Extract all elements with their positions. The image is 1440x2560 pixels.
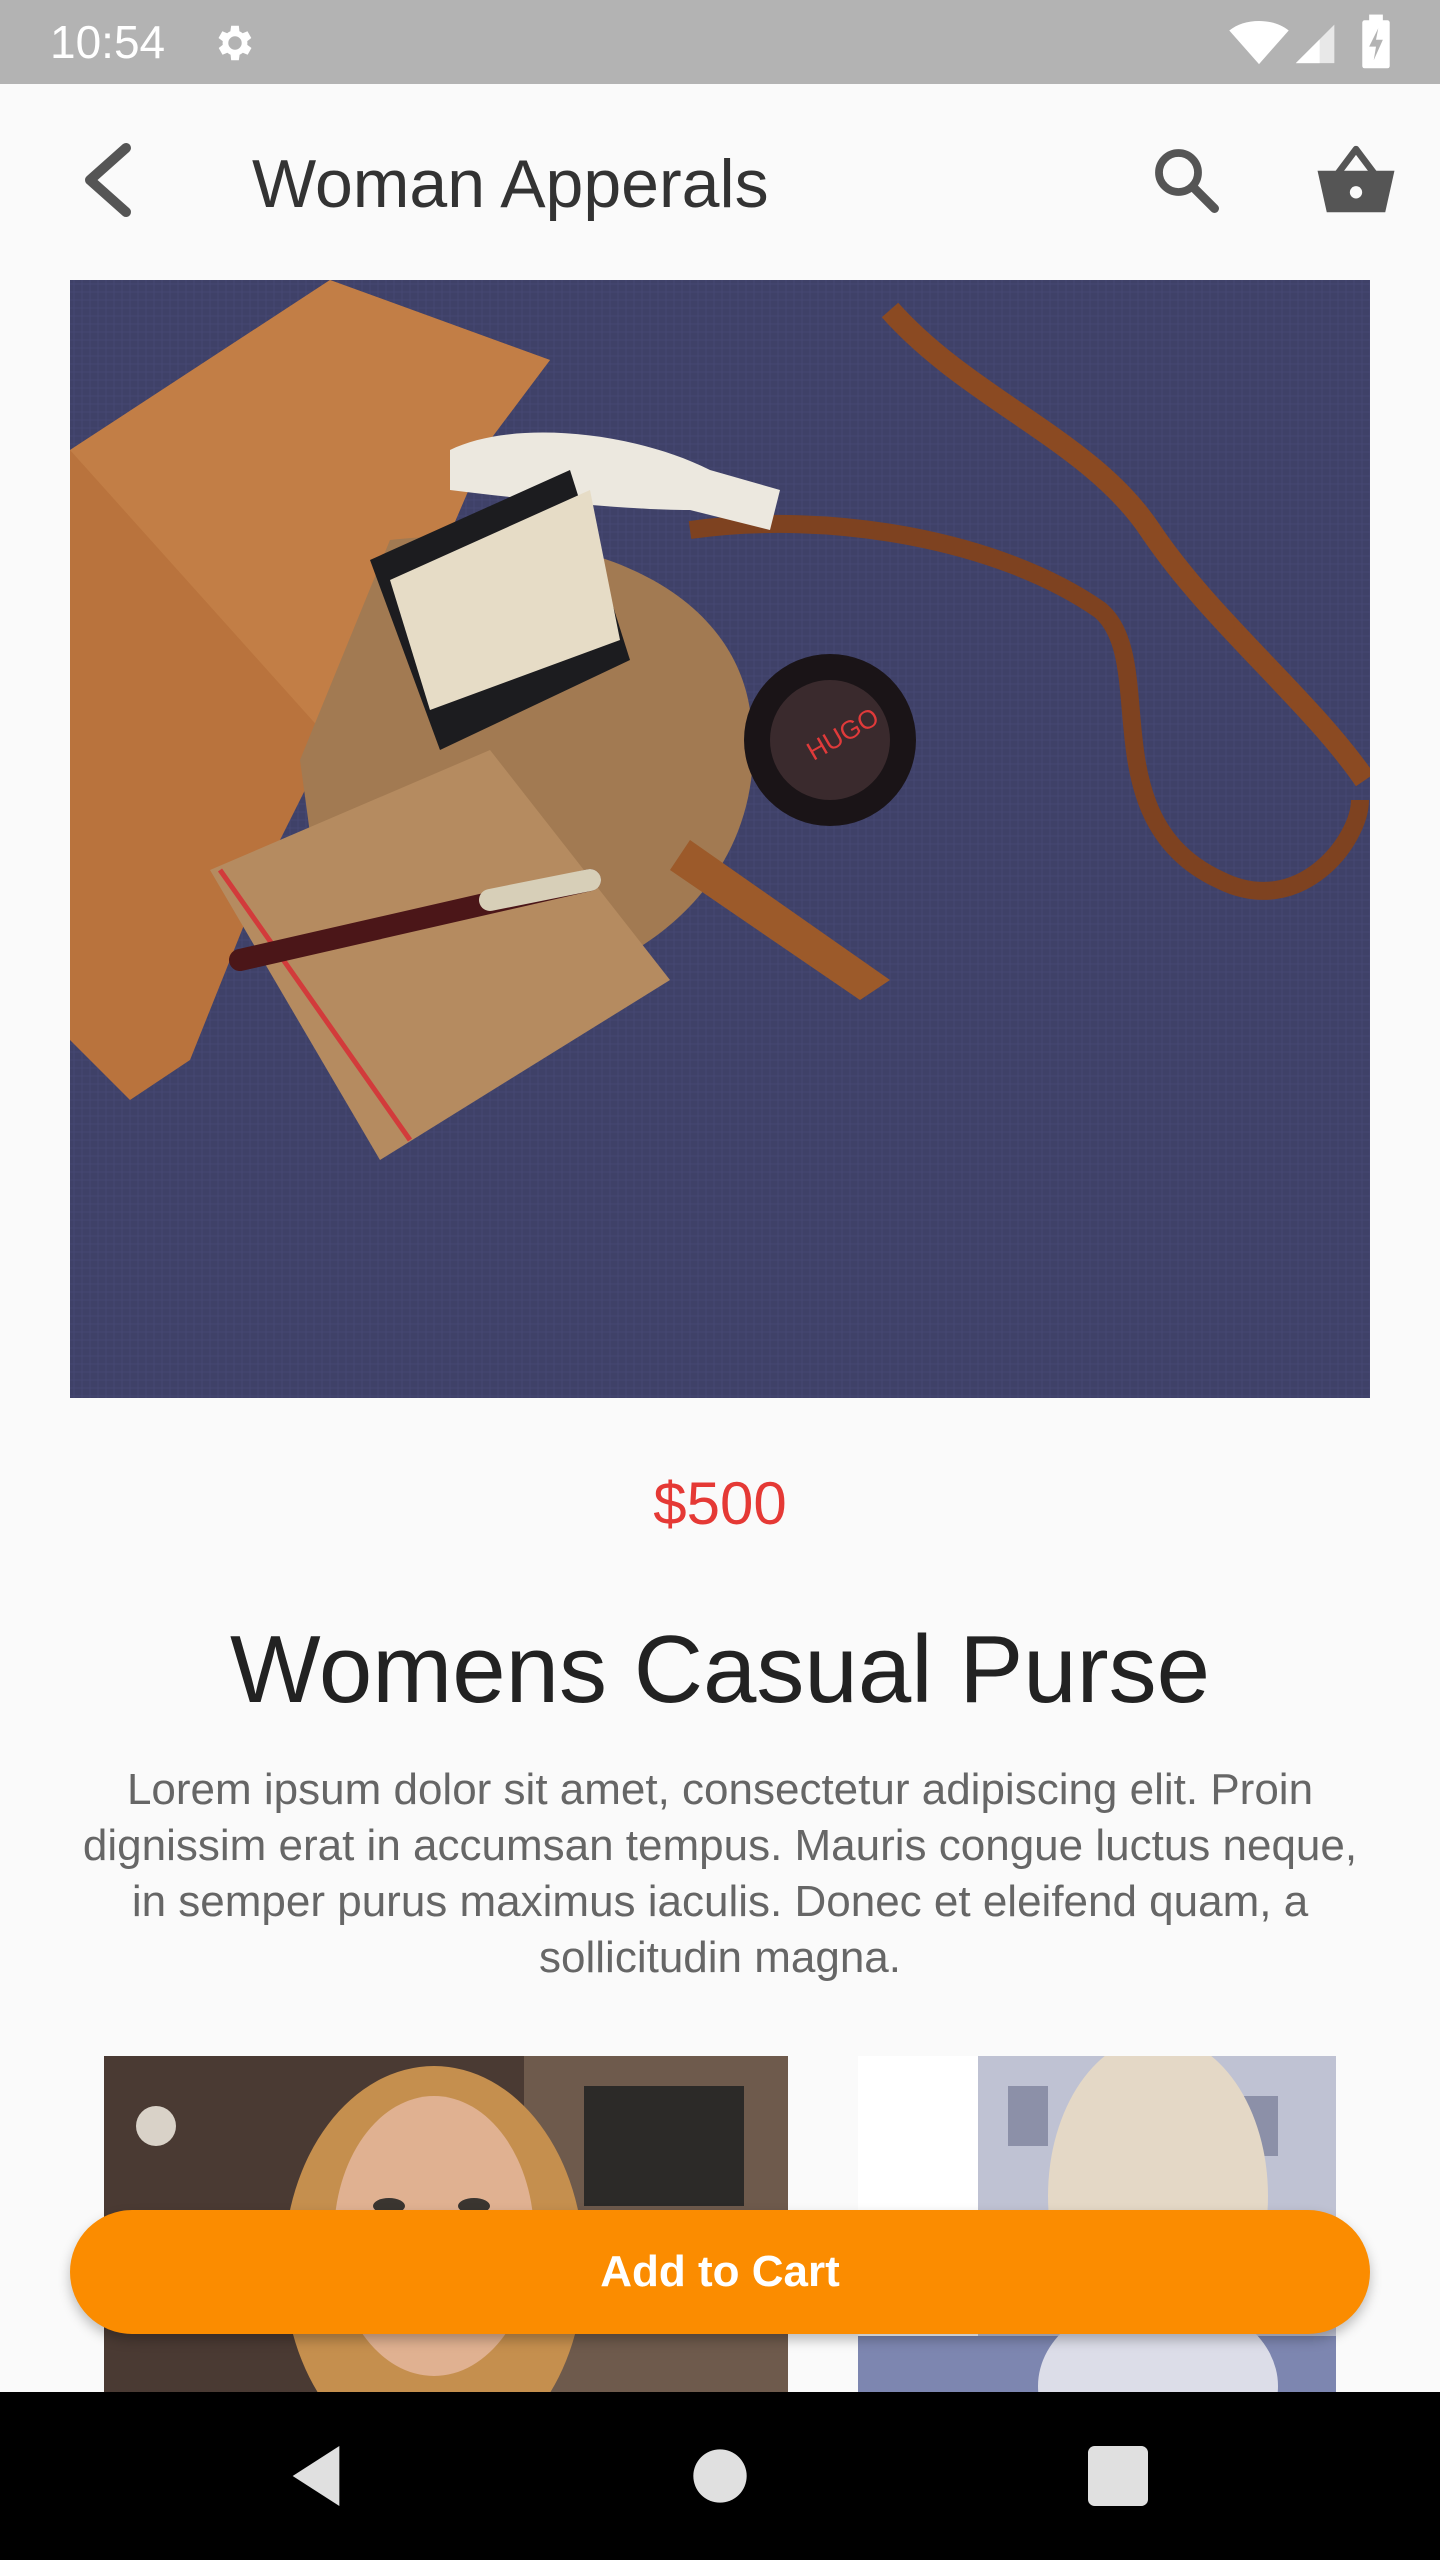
shopping-basket-icon (1317, 145, 1395, 213)
gear-icon (218, 25, 252, 61)
system-nav-bar (0, 2392, 1440, 2560)
battery-icon (1362, 14, 1390, 69)
search-button[interactable] (1136, 130, 1236, 230)
search-icon (1155, 149, 1219, 213)
nav-back-icon[interactable] (276, 2436, 356, 2516)
wifi-icon (1229, 20, 1289, 65)
bag-photo: HUGO (70, 280, 1370, 1398)
product-description: Lorem ipsum dolor sit amet, consectetur … (82, 1765, 1358, 1982)
product-title: Womens Casual Purse (230, 1616, 1210, 1723)
back-arrow-icon (85, 143, 131, 217)
status-bar: 10:54 (0, 0, 1440, 84)
product-image: HUGO (70, 280, 1370, 1398)
product-price: $500 (653, 1470, 787, 1537)
back-button[interactable] (56, 130, 156, 230)
signal-icon (1295, 24, 1335, 64)
add-to-cart-button[interactable]: Add to Cart (70, 2210, 1370, 2334)
nav-recents-icon[interactable] (1078, 2436, 1158, 2516)
cart-button[interactable] (1306, 130, 1406, 230)
status-time: 10:54 (50, 16, 166, 68)
nav-home-icon[interactable] (680, 2436, 760, 2516)
app-bar: Woman Apperals (0, 84, 1440, 280)
page-title: Woman Apperals (252, 146, 769, 222)
